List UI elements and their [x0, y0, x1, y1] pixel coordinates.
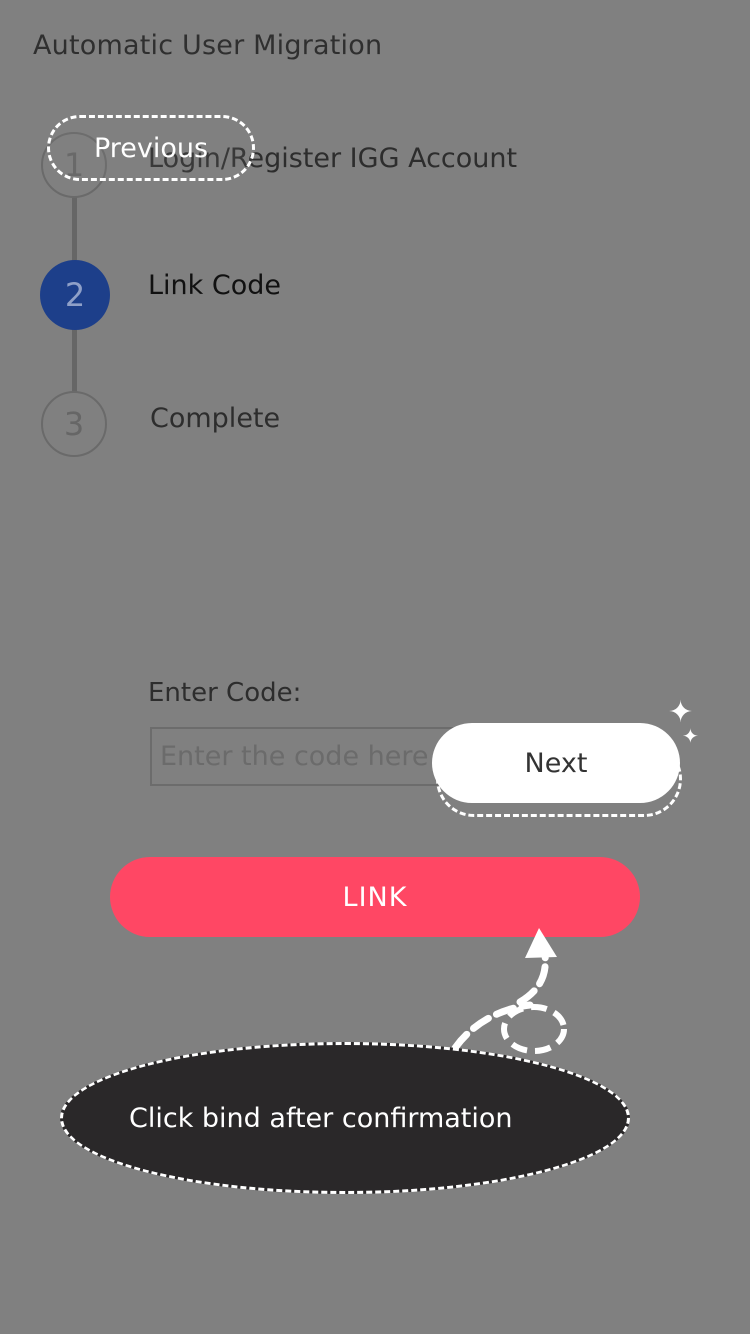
tooltip-bubble: Click bind after confirmation	[60, 1042, 630, 1194]
tooltip-text: Click bind after confirmation	[129, 1102, 513, 1134]
